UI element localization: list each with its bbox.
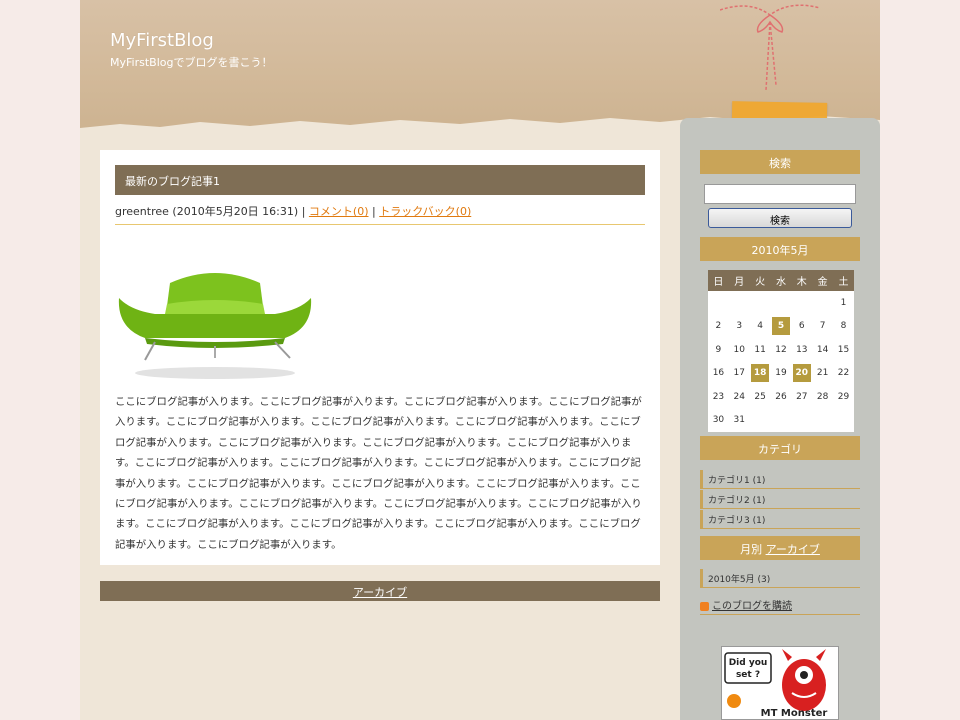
calendar-day: 10 <box>733 344 745 355</box>
calendar-day: 15 <box>837 344 850 355</box>
banner-text-2: set ? <box>736 670 760 680</box>
mt-monster-banner[interactable]: Did you set ? MT Monster <box>721 646 839 720</box>
calendar-day: 29 <box>837 391 850 402</box>
calendar-day: 27 <box>796 391 808 402</box>
calendar-day: 3 <box>736 321 743 332</box>
category-heading: カテゴリ <box>700 436 860 460</box>
calendar-week: 1 <box>708 291 854 315</box>
rss-icon <box>700 601 709 611</box>
page-wrapper: MyFirstBlog MyFirstBlogでブログを書こう！ 最新のブログ記… <box>80 0 880 720</box>
calendar: 日月火水木金土 1 2 3 4 5 6 7 8 9 10 11 12 13 14 15 16 17 18 19 20 2… <box>708 270 854 432</box>
calendar-day <box>791 291 812 315</box>
meta-separator: | <box>301 205 306 218</box>
calendar-weekday: 日 <box>708 270 729 291</box>
calendar-day: 13 <box>796 344 808 355</box>
calendar-day: 4 <box>757 321 763 332</box>
calendar-day: 14 <box>816 344 829 355</box>
calendar-day: 16 <box>712 368 725 379</box>
calendar-day: 7 <box>819 321 826 332</box>
calendar-day: 22 <box>837 368 850 379</box>
monthly-archive-prefix: 月別 <box>740 543 763 556</box>
monthly-archive-item[interactable]: 2010年5月 (3) <box>700 569 860 588</box>
calendar-day <box>812 409 833 433</box>
calendar-week: 16 17 18 19 20 21 22 <box>708 362 854 386</box>
entry-title[interactable]: 最新のブログ記事1 <box>115 165 645 195</box>
calendar-day <box>771 409 792 433</box>
calendar-heading: 2010年5月 <box>700 237 860 261</box>
calendar-day <box>812 291 833 315</box>
calendar-day[interactable]: 5 <box>771 315 792 339</box>
subscribe-feed: このブログを購読 <box>700 595 860 615</box>
calendar-day: 12 <box>775 344 787 355</box>
calendar-day <box>708 291 729 315</box>
search-button[interactable]: 検索 <box>708 208 852 228</box>
calendar-day: 30 <box>712 415 725 426</box>
calendar-day: 2 <box>715 321 722 332</box>
trackbacks-link[interactable]: トラックバック(0) <box>379 205 471 218</box>
calendar-day: 6 <box>798 321 805 332</box>
calendar-day: 1 <box>840 297 847 308</box>
calendar-day: 8 <box>840 321 847 332</box>
calendar-day: 28 <box>816 391 829 402</box>
calendar-day: 26 <box>775 391 787 402</box>
calendar-day <box>833 409 854 433</box>
calendar-day <box>750 409 771 433</box>
search-input[interactable] <box>704 184 856 204</box>
calendar-weekday: 火 <box>749 270 771 291</box>
monthly-archive-link[interactable]: アーカイブ <box>766 543 820 556</box>
monthly-archive-heading: 月別 アーカイブ <box>700 536 860 560</box>
meta-separator: | <box>372 205 376 218</box>
sofa-image <box>115 238 315 388</box>
sidebar: 検索 検索 2010年5月 日月火水木金土 1 2 3 4 5 6 7 8 9 10 11 12 13 1… <box>680 118 880 720</box>
calendar-weekday: 月 <box>728 270 750 291</box>
calendar-day-link[interactable]: 18 <box>751 364 770 383</box>
calendar-day <box>750 291 771 315</box>
calendar-weekday: 木 <box>791 270 813 291</box>
banner-text-3: MT Monster <box>761 708 828 719</box>
entry-datetime: (2010年5月20日 16:31) <box>172 205 299 218</box>
monster-icon: Did you set ? MT Monster <box>722 647 838 719</box>
calendar-day[interactable]: 18 <box>750 362 771 386</box>
calendar-week: 2 3 456 7 8 <box>708 315 854 339</box>
subscribe-link[interactable]: このブログを購読 <box>712 601 792 612</box>
calendar-week: 30 31 <box>708 409 854 433</box>
calendar-weekday: 土 <box>833 270 854 291</box>
calendar-day[interactable]: 20 <box>791 362 812 386</box>
calendar-day: 11 <box>754 344 766 355</box>
calendar-day <box>729 291 750 315</box>
calendar-day: 25 <box>754 391 766 402</box>
search-heading: 検索 <box>700 150 860 174</box>
calendar-weekday: 金 <box>812 270 834 291</box>
entry-title-text[interactable]: 最新のブログ記事1 <box>125 175 220 188</box>
category-item[interactable]: カテゴリ3 (1) <box>700 510 860 529</box>
calendar-day <box>771 291 792 315</box>
calendar-day: 23 <box>712 391 725 402</box>
calendar-day: 31 <box>733 415 745 426</box>
ribbon-bow-icon <box>720 4 820 91</box>
calendar-day-link[interactable]: 20 <box>792 364 811 383</box>
calendar-weekday: 水 <box>770 270 792 291</box>
entry-meta: greentree (2010年5月20日 16:31) | コメント(0) |… <box>115 203 645 225</box>
entry-author: greentree <box>115 205 169 218</box>
calendar-day: 24 <box>733 391 745 402</box>
calendar-day: 17 <box>733 368 745 379</box>
calendar-week: 23 24 25 26 27 28 29 <box>708 385 854 409</box>
calendar-day <box>791 409 812 433</box>
calendar-day: 19 <box>775 368 787 379</box>
entry-card: 最新のブログ記事1 greentree (2010年5月20日 16:31) |… <box>100 150 660 565</box>
site-description: MyFirstBlogでブログを書こう！ <box>110 56 273 69</box>
calendar-day: 9 <box>715 344 722 355</box>
calendar-day: 21 <box>816 368 829 379</box>
archive-link[interactable]: アーカイブ <box>353 586 407 599</box>
site-title[interactable]: MyFirstBlog <box>110 30 214 51</box>
category-item[interactable]: カテゴリ1 (1) <box>700 470 860 489</box>
category-item[interactable]: カテゴリ2 (1) <box>700 490 860 509</box>
banner-text-1: Did you <box>729 658 768 668</box>
comments-link[interactable]: コメント(0) <box>309 205 369 218</box>
entry-body: ここにブログ記事が入ります。ここにブログ記事が入ります。ここにブログ記事が入りま… <box>115 396 642 551</box>
calendar-week: 9 10 11 12 13 14 15 <box>708 338 854 362</box>
calendar-day-link[interactable]: 5 <box>771 317 790 336</box>
archive-bar: アーカイブ <box>100 581 660 601</box>
